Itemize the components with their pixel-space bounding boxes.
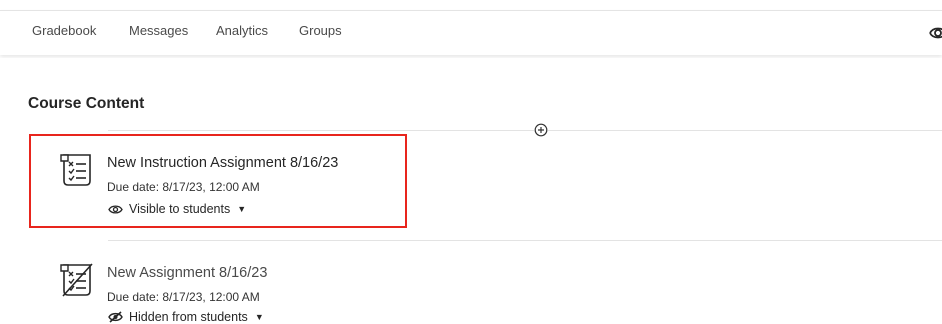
page-title: Course Content <box>28 95 145 112</box>
nav-gradebook[interactable]: Gradebook <box>32 23 96 38</box>
eye-slash-icon <box>108 311 123 323</box>
assignment-title-link[interactable]: New Assignment 8/16/23 <box>107 265 267 281</box>
nav-analytics[interactable]: Analytics <box>216 23 268 38</box>
assignment-hidden-icon <box>60 263 93 297</box>
course-nav-bar: Gradebook Messages Analytics Groups <box>0 11 942 55</box>
visibility-label: Hidden from students <box>129 310 248 324</box>
visibility-dropdown[interactable]: Hidden from students ▼ <box>108 310 264 324</box>
chevron-down-icon: ▼ <box>254 312 264 322</box>
visibility-label: Visible to students <box>129 202 231 216</box>
due-date: Due date: 8/17/23, 12:00 AM <box>107 180 260 194</box>
item-divider <box>108 240 942 241</box>
eye-icon <box>108 204 123 214</box>
assignment-icon <box>60 154 91 186</box>
visibility-dropdown[interactable]: Visible to students ▼ <box>108 202 246 216</box>
due-date: Due date: 8/17/23, 12:00 AM <box>107 290 260 304</box>
student-preview-icon[interactable] <box>928 23 942 43</box>
add-content-line <box>108 130 942 131</box>
nav-messages[interactable]: Messages <box>129 23 188 38</box>
chevron-down-icon: ▼ <box>237 204 247 214</box>
nav-groups[interactable]: Groups <box>299 23 342 38</box>
plus-circle-icon[interactable] <box>534 123 548 137</box>
assignment-title-link[interactable]: New Instruction Assignment 8/16/23 <box>107 155 338 171</box>
